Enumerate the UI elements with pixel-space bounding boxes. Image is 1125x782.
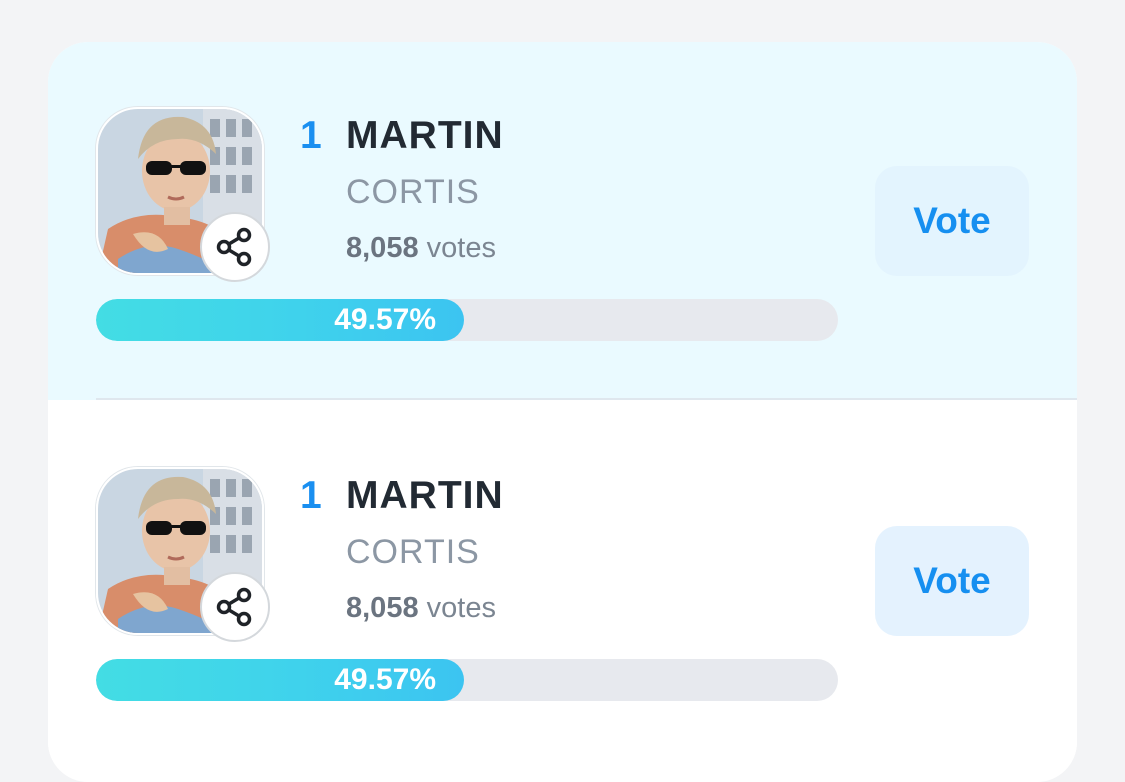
- vote-count: 8,058 votes: [346, 232, 496, 265]
- rank-number: 1: [300, 114, 322, 157]
- rank-number: 1: [300, 474, 322, 517]
- progress-percent: 49.57%: [334, 303, 436, 336]
- progress-percent: 49.57%: [334, 663, 436, 696]
- group-name: CORTIS: [346, 533, 480, 571]
- ranking-panel: 1 MARTIN CORTIS 8,058 votes Vote 49.57%: [48, 42, 1077, 782]
- vote-count-label: votes: [426, 592, 496, 624]
- vote-count: 8,058 votes: [346, 592, 496, 625]
- ranking-card: 1 MARTIN CORTIS 8,058 votes Vote 49.57%: [48, 402, 1077, 760]
- vote-count-number: 8,058: [346, 232, 419, 264]
- artist-name: MARTIN: [346, 114, 504, 157]
- vote-count-label: votes: [426, 232, 496, 264]
- share-icon: [216, 227, 252, 267]
- group-name: CORTIS: [346, 173, 480, 211]
- vote-button[interactable]: Vote: [875, 166, 1029, 276]
- share-button[interactable]: [200, 212, 270, 282]
- share-button[interactable]: [200, 572, 270, 642]
- share-icon: [216, 587, 252, 627]
- vote-count-number: 8,058: [346, 592, 419, 624]
- vote-button[interactable]: Vote: [875, 526, 1029, 636]
- artist-name: MARTIN: [346, 474, 504, 517]
- divider: [96, 398, 1077, 400]
- ranking-card: 1 MARTIN CORTIS 8,058 votes Vote 49.57%: [48, 42, 1077, 400]
